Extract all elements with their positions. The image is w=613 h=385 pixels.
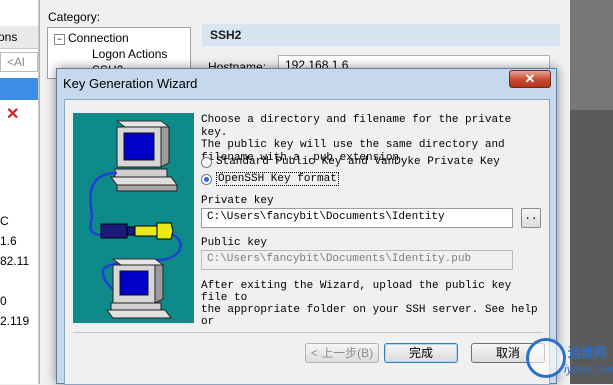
private-key-label: Private key	[201, 195, 274, 207]
background-list-item: 0	[0, 294, 7, 308]
radio-label: OpenSSH Key format	[216, 172, 339, 186]
radio-button-selected[interactable]	[201, 174, 212, 185]
tree-item-label: Logon Actions	[92, 47, 168, 61]
wizard-illustration	[73, 113, 194, 323]
button-divider	[73, 332, 543, 333]
background-tab-label: ons	[0, 30, 18, 44]
private-key-input[interactable]: C:\Users\fancybit\Documents\Identity	[201, 208, 513, 228]
radio-vandyke-key[interactable]: Standard Public Key and VanDyke Private …	[201, 156, 501, 170]
background-address-text: <Al	[7, 55, 25, 69]
key-generation-wizard-dialog: Key Generation Wizard ✕ Choose a directo…	[56, 68, 557, 385]
finish-button[interactable]: 完成	[384, 343, 458, 363]
background-right-panel	[570, 0, 613, 384]
dialog-content: Choose a directory and filename for the …	[64, 99, 550, 385]
background-app-panel: ons <Al ✕ C 1.6 82.11 0 2.119	[0, 0, 39, 384]
computer-bottom-icon	[106, 258, 172, 319]
radio-openssh-key[interactable]: OpenSSH Key format	[201, 172, 361, 187]
tree-item-connection[interactable]: − Connection	[54, 31, 129, 45]
section-header: SSH2	[202, 24, 560, 46]
public-key-input: C:\Users\fancybit\Documents\Identity.pub	[201, 250, 513, 270]
back-button[interactable]: < 上一步(B)	[305, 343, 379, 363]
watermark-logo: 运维网 iyunv.com	[520, 336, 613, 384]
background-tab[interactable]: ons	[0, 26, 38, 49]
background-list-item: C	[0, 214, 9, 228]
computers-key-illustration	[89, 120, 182, 319]
upload-instructions: After exiting the Wizard, upload the pub…	[201, 280, 538, 326]
radio-button[interactable]	[201, 157, 212, 168]
watermark-url: iyunv.com	[564, 362, 613, 376]
category-label: Category:	[48, 10, 101, 24]
tree-collapse-icon[interactable]: −	[54, 34, 65, 45]
background-list-item: 82.11	[0, 254, 30, 268]
public-key-label: Public key	[201, 237, 268, 249]
tree-item-logon-actions[interactable]: Logon Actions	[92, 47, 167, 61]
background-selected-row[interactable]	[0, 78, 38, 100]
tree-item-label: Connection	[68, 31, 129, 45]
radio-label: Standard Public Key and VanDyke Private …	[216, 156, 500, 168]
watermark-text: 运维网	[568, 345, 608, 360]
background-list-item: 1.6	[0, 234, 17, 248]
key-connector-icon	[100, 222, 174, 240]
dialog-title: Key Generation Wizard	[63, 76, 198, 91]
background-right-panel-highlight	[570, 0, 613, 110]
close-icon[interactable]: ✕	[6, 104, 19, 124]
background-address-box[interactable]: <Al	[0, 52, 38, 72]
dialog-close-button[interactable]: ✕	[509, 70, 551, 88]
section-header-title: SSH2	[210, 28, 242, 42]
watermark-circle-icon	[526, 338, 566, 378]
background-list-item: 2.119	[0, 314, 30, 328]
browse-button[interactable]: ..	[521, 208, 541, 228]
computer-top-icon	[110, 120, 178, 192]
